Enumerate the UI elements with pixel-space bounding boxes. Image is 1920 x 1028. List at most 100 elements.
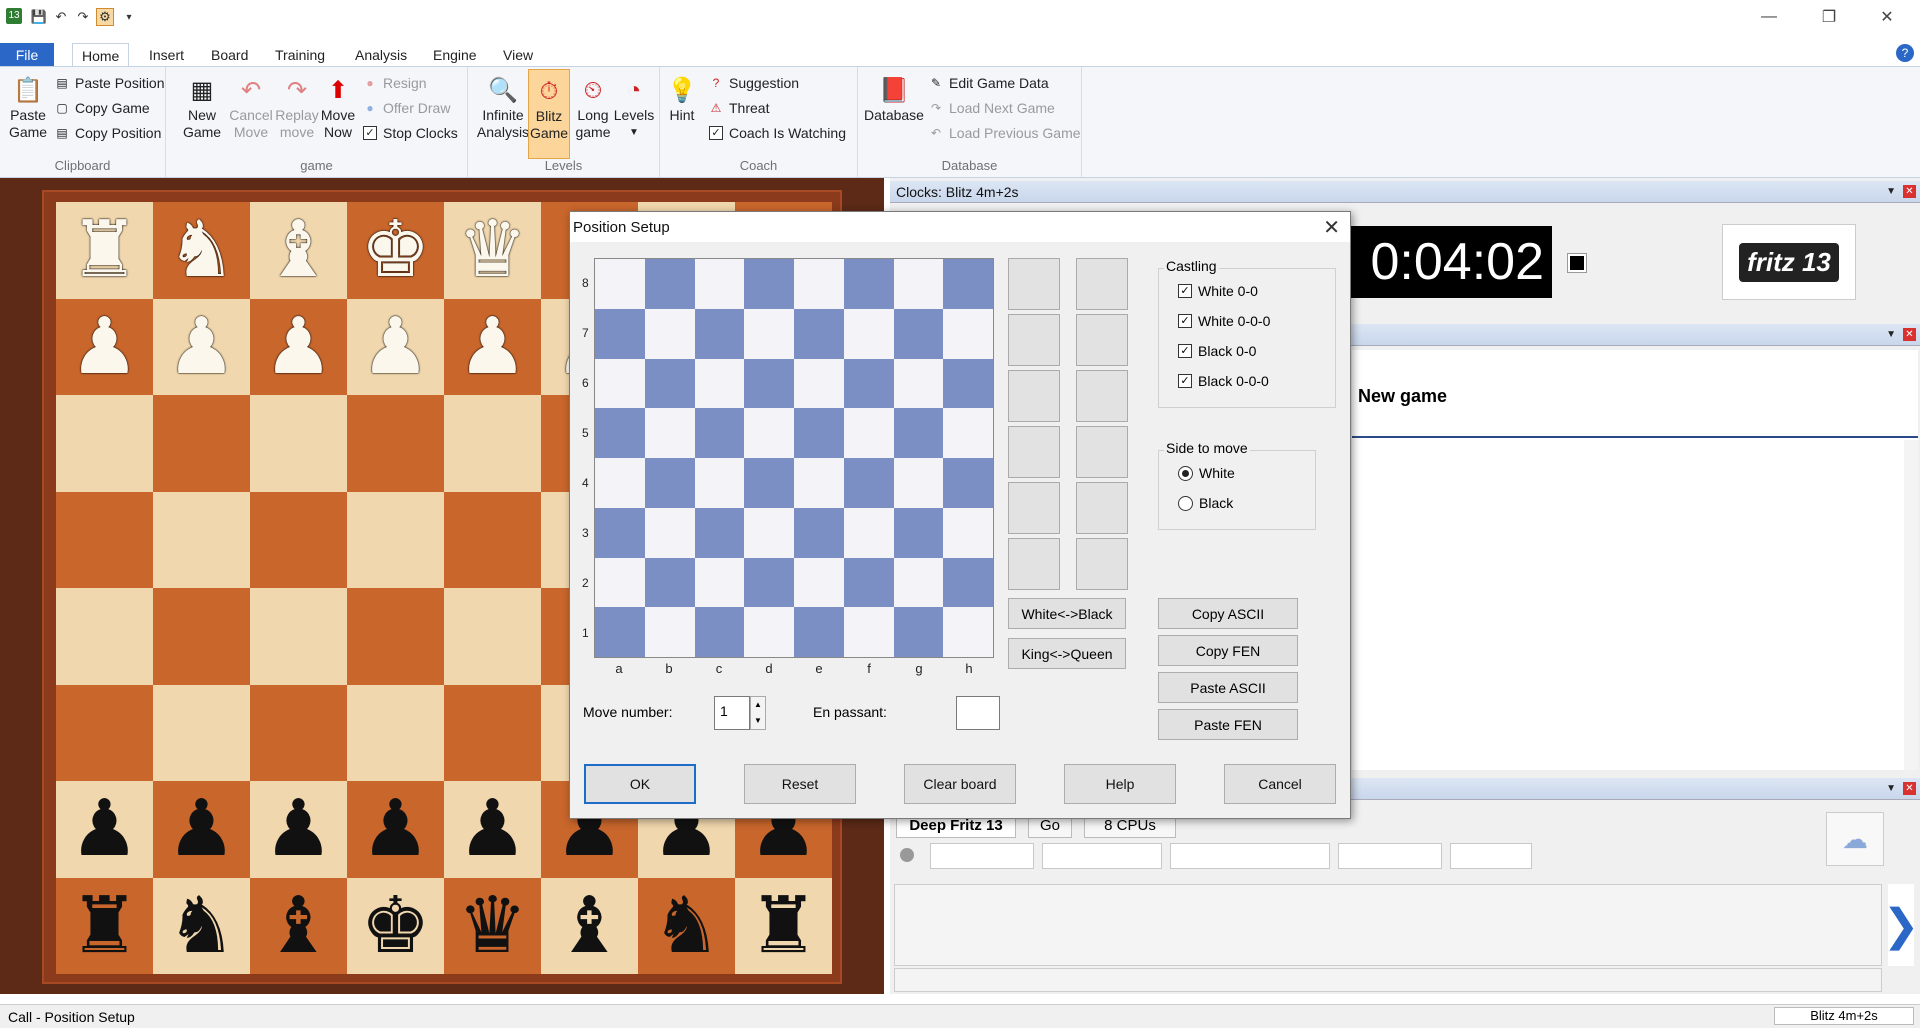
setup-square[interactable] xyxy=(893,408,944,458)
setup-square[interactable] xyxy=(943,308,993,359)
setup-square[interactable] xyxy=(744,259,794,309)
tab-training[interactable]: Training xyxy=(266,43,334,66)
setup-square[interactable] xyxy=(843,408,894,458)
suggestion-button[interactable]: ? Suggestion xyxy=(708,73,799,93)
piece-tray-slot[interactable] xyxy=(1008,258,1060,310)
cancel-button[interactable]: Cancel xyxy=(1224,764,1336,804)
setup-square[interactable] xyxy=(794,507,844,558)
setup-square[interactable] xyxy=(843,607,894,657)
setup-square[interactable] xyxy=(744,557,794,608)
board-square[interactable]: ♟ xyxy=(153,298,250,395)
board-square[interactable]: ♟ xyxy=(250,298,347,395)
setup-square[interactable] xyxy=(644,607,695,657)
chess-piece[interactable]: ♞ xyxy=(652,887,722,965)
chess-piece[interactable]: ♟ xyxy=(264,790,334,868)
chess-piece[interactable]: ♟ xyxy=(70,790,140,868)
cloud-icon[interactable]: ☁ xyxy=(1826,812,1884,866)
setup-square[interactable] xyxy=(694,408,745,458)
new-game-button[interactable]: ▦ New Game xyxy=(176,75,228,141)
setup-square[interactable] xyxy=(893,308,944,359)
chess-piece[interactable]: ♚ xyxy=(361,211,431,289)
setup-board[interactable] xyxy=(594,258,994,658)
board-square[interactable] xyxy=(250,588,347,685)
move-number-stepper[interactable]: ▲ ▼ xyxy=(750,696,766,730)
setup-square[interactable] xyxy=(943,458,993,508)
setup-square[interactable] xyxy=(595,607,645,657)
levels-button[interactable]: ◔ Levels ▼ xyxy=(610,75,658,141)
move-now-button[interactable]: ⬆ Move Now xyxy=(316,75,360,141)
stop-clocks-toggle[interactable]: ✓ Stop Clocks xyxy=(362,123,458,143)
castling-black-ooo[interactable]: ✓ Black 0-0-0 xyxy=(1178,373,1269,389)
blitz-game-button[interactable]: ⏱ Blitz Game xyxy=(528,69,570,159)
setup-square[interactable] xyxy=(595,557,645,608)
chess-piece[interactable]: ♛ xyxy=(458,887,528,965)
tab-engine[interactable]: Engine xyxy=(424,43,486,66)
board-square[interactable] xyxy=(56,684,153,781)
setup-square[interactable] xyxy=(893,507,944,558)
en-passant-input[interactable] xyxy=(956,696,1000,730)
undo-icon[interactable]: ↶ xyxy=(52,8,70,26)
chess-piece[interactable]: ♜ xyxy=(749,887,819,965)
setup-square[interactable] xyxy=(794,458,844,508)
castling-white-oo[interactable]: ✓ White 0-0 xyxy=(1178,283,1258,299)
piece-tray-slot[interactable] xyxy=(1076,314,1128,366)
board-square[interactable] xyxy=(347,395,444,492)
piece-tray-slot[interactable] xyxy=(1076,426,1128,478)
board-square[interactable] xyxy=(56,588,153,685)
board-square[interactable]: ♟ xyxy=(444,298,541,395)
setup-square[interactable] xyxy=(794,259,844,309)
chess-piece[interactable]: ♟ xyxy=(361,790,431,868)
piece-tray-slot[interactable] xyxy=(1008,482,1060,534)
board-square[interactable]: ♟ xyxy=(347,781,444,878)
long-game-button[interactable]: ⏲ Long game xyxy=(572,75,614,141)
board-square[interactable] xyxy=(444,491,541,588)
close-icon[interactable]: ✕ xyxy=(1323,215,1340,240)
white-black-swap-button[interactable]: White<->Black xyxy=(1008,598,1126,629)
pane-menu-icon[interactable]: ▼ xyxy=(1886,186,1896,197)
setup-square[interactable] xyxy=(794,358,844,409)
chess-piece[interactable]: ♚ xyxy=(361,887,431,965)
board-square[interactable]: ♞ xyxy=(153,877,250,974)
board-square[interactable] xyxy=(347,588,444,685)
copy-position-button[interactable]: ▤ Copy Position xyxy=(54,123,161,143)
setup-square[interactable] xyxy=(794,308,844,359)
copy-fen-button[interactable]: Copy FEN xyxy=(1158,635,1298,666)
setup-square[interactable] xyxy=(694,458,745,508)
tab-board[interactable]: Board xyxy=(202,43,257,66)
hint-button[interactable]: 💡 Hint xyxy=(666,75,698,124)
board-square[interactable]: ♝ xyxy=(250,877,347,974)
minimize-icon[interactable]: — xyxy=(1746,0,1792,34)
engine-expand-icon[interactable]: ❯ xyxy=(1883,884,1919,966)
paste-game-button[interactable]: 📋 Paste Game xyxy=(6,75,50,141)
setup-square[interactable] xyxy=(744,607,794,657)
chess-piece[interactable]: ♟ xyxy=(458,308,528,386)
setup-square[interactable] xyxy=(893,458,944,508)
board-square[interactable] xyxy=(153,491,250,588)
tab-view[interactable]: View xyxy=(494,43,542,66)
customize-icon[interactable]: ▾ xyxy=(120,8,138,26)
setup-square[interactable] xyxy=(843,507,894,558)
piece-tray-slot[interactable] xyxy=(1076,370,1128,422)
clear-board-button[interactable]: Clear board xyxy=(904,764,1016,804)
edit-game-data-button[interactable]: ✎ Edit Game Data xyxy=(928,73,1049,93)
setup-square[interactable] xyxy=(843,458,894,508)
setup-square[interactable] xyxy=(694,308,745,359)
cancel-move-button[interactable]: ↶ Cancel Move xyxy=(226,75,276,141)
ok-button[interactable]: OK xyxy=(584,764,696,804)
chess-piece[interactable]: ♟ xyxy=(167,308,237,386)
chess-piece[interactable]: ♝ xyxy=(264,211,334,289)
setup-square[interactable] xyxy=(744,358,794,409)
chess-piece[interactable]: ♜ xyxy=(70,211,140,289)
setup-square[interactable] xyxy=(644,458,695,508)
setup-square[interactable] xyxy=(794,408,844,458)
board-square[interactable]: ♟ xyxy=(444,781,541,878)
board-square[interactable]: ♟ xyxy=(347,298,444,395)
infinite-analysis-button[interactable]: 🔍 Infinite Analysis xyxy=(472,75,534,141)
board-square[interactable] xyxy=(444,588,541,685)
board-square[interactable] xyxy=(153,588,250,685)
setup-square[interactable] xyxy=(893,358,944,409)
replay-move-button[interactable]: ↷ Replay move xyxy=(272,75,322,141)
setup-square[interactable] xyxy=(644,358,695,409)
pane-menu-icon[interactable]: ▼ xyxy=(1886,783,1896,794)
piece-tray-slot[interactable] xyxy=(1008,426,1060,478)
